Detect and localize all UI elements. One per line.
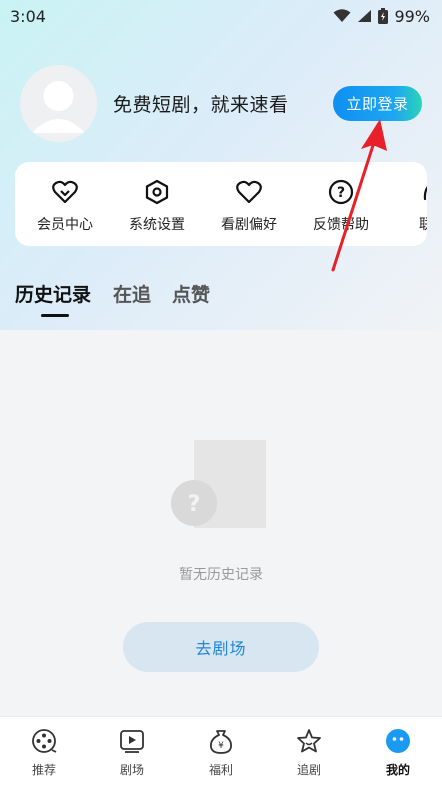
go-to-theater-button[interactable]: 去剧场	[123, 622, 319, 672]
star-icon	[295, 727, 323, 755]
wifi-icon	[333, 9, 351, 22]
nav-label: 我的	[385, 763, 410, 777]
profile-face-icon	[384, 727, 412, 755]
default-avatar-icon	[32, 81, 85, 133]
svg-text:¥: ¥	[218, 741, 224, 751]
tab-following[interactable]: 在追	[113, 280, 151, 307]
action-watch-preference[interactable]: 看剧偏好	[204, 178, 294, 234]
active-tab-indicator	[41, 314, 69, 317]
hexagon-settings-icon	[143, 178, 171, 206]
avatar[interactable]	[20, 65, 97, 142]
login-slogan: 免费短剧，就来速看	[113, 94, 289, 116]
action-label: 系统设置	[129, 217, 185, 233]
money-bag-icon: ¥	[207, 727, 235, 755]
nav-label: 剧场	[119, 763, 144, 777]
signal-icon	[358, 10, 372, 22]
svg-text:?: ?	[188, 492, 201, 517]
empty-history-illustration: ?	[171, 440, 266, 528]
film-reel-icon	[30, 727, 58, 755]
status-bar: 3:04 99%	[0, 0, 442, 32]
vip-heart-icon	[51, 178, 79, 206]
nav-mine[interactable]: 我的	[354, 727, 442, 778]
tab-likes[interactable]: 点赞	[172, 280, 210, 307]
nav-theater[interactable]: 剧场	[88, 727, 176, 778]
empty-state-message: 暂无历史记录	[179, 567, 263, 583]
nav-label: 福利	[208, 763, 233, 777]
nav-recommend[interactable]: 推荐	[0, 727, 88, 778]
nav-follow[interactable]: 追剧	[265, 727, 353, 778]
nav-label: 推荐	[31, 763, 56, 777]
status-indicators: 99%	[333, 7, 430, 26]
play-box-icon	[118, 727, 146, 755]
action-label: 联系	[419, 217, 427, 233]
nav-welfare[interactable]: ¥ 福利	[177, 727, 265, 778]
action-label: 看剧偏好	[221, 217, 277, 233]
contact-icon	[419, 178, 427, 206]
tab-history[interactable]: 历史记录	[15, 280, 91, 307]
action-label: 会员中心	[37, 217, 93, 233]
battery-level: 99%	[394, 6, 430, 26]
annotation-arrow-icon	[331, 119, 387, 272]
heart-icon	[235, 178, 263, 206]
bottom-nav: 推荐 剧场 ¥ 福利 追剧 我的	[0, 716, 442, 786]
action-vip-center[interactable]: 会员中心	[20, 178, 110, 234]
status-time: 3:04	[10, 6, 46, 26]
battery-icon	[378, 8, 389, 24]
nav-label: 追剧	[296, 763, 321, 777]
action-system-settings[interactable]: 系统设置	[112, 178, 202, 234]
